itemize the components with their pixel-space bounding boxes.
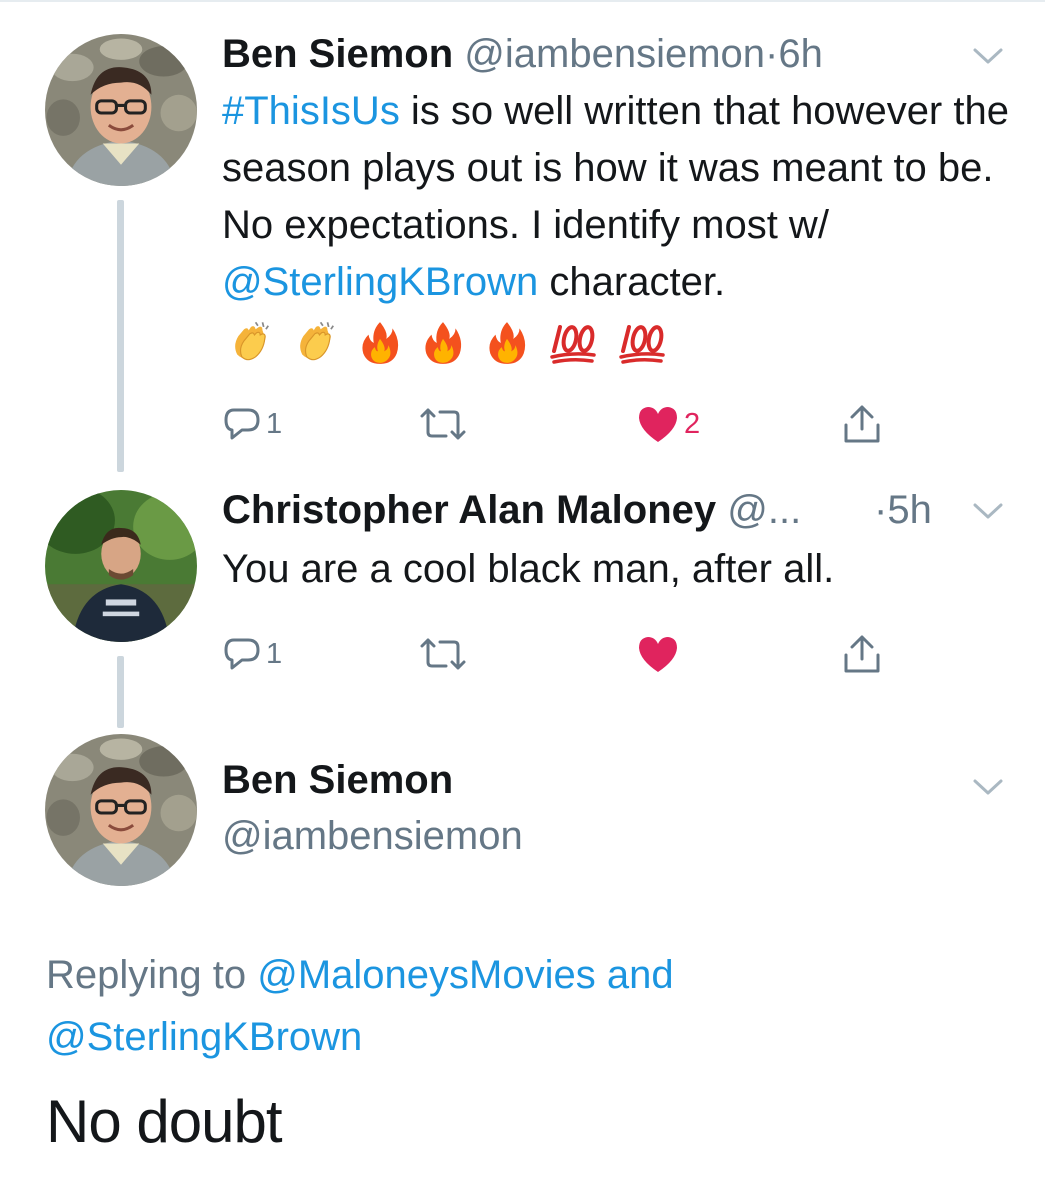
reply-count: 1	[266, 407, 283, 440]
timestamp[interactable]: 5h	[887, 488, 932, 532]
tweet-timestamp-group: ·5h	[874, 486, 932, 534]
tweet-header: Ben Siemon @iambensiemon·6h	[222, 30, 823, 78]
hundred-points-emoji	[619, 325, 665, 365]
avatar-ben-siemon[interactable]	[45, 734, 197, 886]
author-name[interactable]: Ben Siemon	[222, 756, 453, 804]
retweet-icon	[420, 638, 466, 670]
replying-user-link[interactable]: @SterlingKBrown	[46, 1015, 362, 1059]
thread-line	[117, 656, 124, 728]
like-count: 2	[684, 407, 701, 440]
share-button[interactable]	[840, 630, 884, 678]
clapping-hands-emoji	[235, 322, 269, 361]
hashtag-link[interactable]: #ThisIsUs	[222, 89, 400, 133]
tweet-text-part: character.	[538, 260, 726, 304]
author-handle[interactable]: @iambensiemon	[222, 812, 523, 860]
chevron-down-icon[interactable]	[971, 500, 1005, 522]
reply-button[interactable]: 1	[222, 630, 282, 678]
reply-button[interactable]: 1	[222, 400, 282, 448]
reply-icon	[224, 638, 260, 670]
retweet-button[interactable]	[418, 630, 472, 678]
retweet-icon	[420, 408, 466, 440]
chevron-down-icon[interactable]	[971, 45, 1005, 67]
thread-line	[117, 200, 124, 472]
mention-link[interactable]: @SterlingKBrown	[222, 260, 538, 304]
replying-user-link[interactable]: @MaloneysMovies	[257, 953, 596, 997]
retweet-button[interactable]	[418, 400, 472, 448]
fire-emoji	[425, 322, 462, 365]
reply-count: 1	[266, 637, 283, 670]
meta-dot: ·	[874, 488, 888, 532]
reply-icon	[224, 408, 260, 440]
author-handle[interactable]: @...	[727, 488, 801, 532]
replying-prefix: Replying to	[46, 953, 258, 997]
meta-dot: ·	[765, 32, 779, 76]
author-name[interactable]: Ben Siemon	[222, 32, 453, 76]
main-tweet-text: No doubt	[46, 1088, 283, 1155]
avatar-image	[45, 34, 197, 186]
replying-and[interactable]: and	[596, 953, 674, 997]
avatar-image	[45, 490, 197, 642]
avatar-ben-siemon[interactable]	[45, 34, 197, 186]
tweet-actions: 1	[222, 630, 902, 678]
hundred-points-emoji	[549, 325, 596, 365]
avatar-image	[45, 734, 197, 886]
share-icon	[844, 405, 880, 443]
author-name[interactable]: Christopher Alan Maloney	[222, 488, 716, 532]
avatar-christopher-alan-maloney[interactable]	[45, 490, 197, 642]
fire-emoji	[488, 322, 525, 365]
emoji-row	[228, 313, 675, 370]
tweet-actions: 1 2	[222, 400, 902, 448]
clapping-hands-emoji	[300, 322, 335, 361]
tweet-header: Christopher Alan Maloney @...	[222, 486, 801, 534]
author-handle[interactable]: @iambensiemon	[464, 32, 765, 76]
share-button[interactable]	[840, 400, 884, 448]
tweet-text: You are a cool black man, after all.	[222, 547, 835, 591]
chevron-down-icon[interactable]	[971, 776, 1005, 798]
like-button[interactable]: 2	[636, 400, 700, 448]
tweet-text: #ThisIsUs is so well written that howeve…	[222, 83, 1022, 370]
top-divider	[0, 0, 1045, 2]
share-icon	[844, 635, 880, 673]
timestamp[interactable]: 6h	[778, 32, 823, 76]
like-button[interactable]	[636, 630, 684, 678]
fire-emoji	[362, 322, 399, 365]
heart-icon	[639, 637, 677, 672]
replying-to: Replying to @MaloneysMovies and @Sterlin…	[46, 944, 1006, 1068]
heart-icon	[639, 407, 677, 442]
